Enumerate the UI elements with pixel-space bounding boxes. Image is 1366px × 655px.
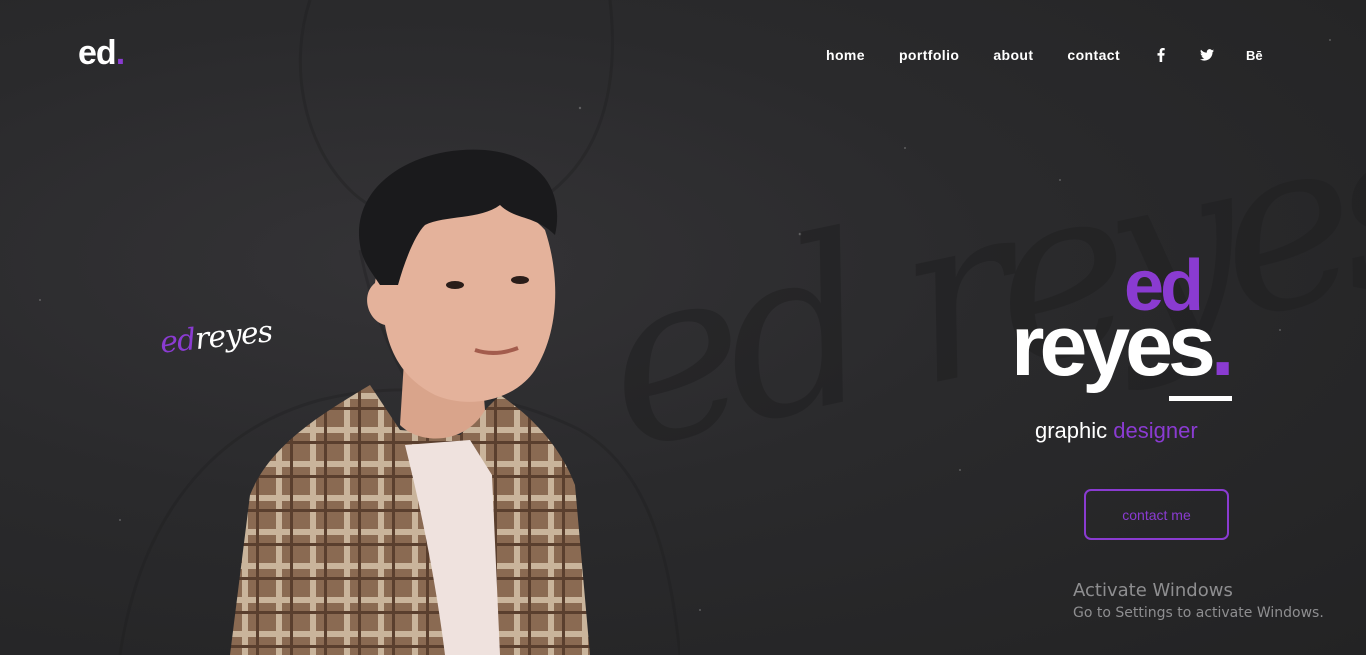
nav-about[interactable]: about [993, 47, 1033, 63]
nav-contact[interactable]: contact [1067, 47, 1120, 63]
page: ed reyes ed. home portfolio about contac… [0, 0, 1366, 655]
activate-windows-watermark: Activate Windows Go to Settings to activ… [1073, 580, 1324, 624]
hero-last-name: reyes. [1011, 303, 1235, 389]
hero-role: graphic designer [1035, 418, 1198, 444]
contact-me-button[interactable]: contact me [1084, 489, 1229, 540]
logo[interactable]: ed. [78, 34, 126, 72]
hero-role-accent: designer [1113, 418, 1198, 443]
background-script-watermark: ed reyes [581, 65, 1366, 502]
facebook-icon[interactable] [1154, 47, 1168, 63]
main-nav: home portfolio about contact Bē [826, 47, 1263, 63]
behance-icon[interactable]: Bē [1246, 48, 1263, 63]
logo-dot: . [115, 34, 126, 72]
hero-last-name-text: reyes [1011, 298, 1216, 394]
signature-first: ed [158, 322, 197, 361]
nav-home[interactable]: home [826, 47, 865, 63]
activate-windows-title: Activate Windows [1073, 580, 1233, 601]
hero-last-dot: . [1210, 298, 1235, 394]
twitter-icon[interactable] [1200, 47, 1215, 63]
logo-text: ed [78, 34, 117, 72]
nav-portfolio[interactable]: portfolio [899, 47, 959, 63]
portrait-photo [230, 149, 590, 655]
activate-windows-subtitle: Go to Settings to activate Windows. [1073, 605, 1324, 621]
hero-role-first: graphic [1035, 418, 1108, 443]
hero-divider [1169, 396, 1232, 401]
